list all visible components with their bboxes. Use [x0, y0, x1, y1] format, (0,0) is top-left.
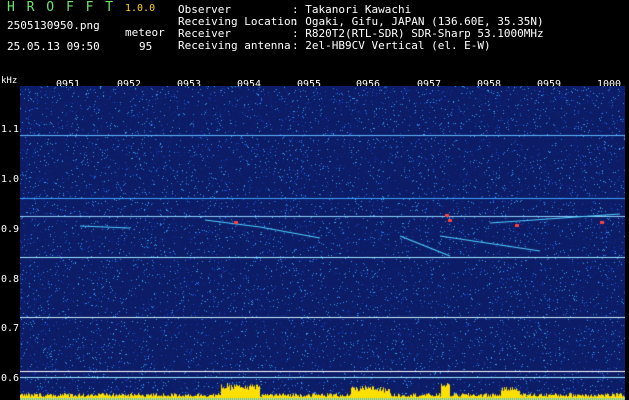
y-tick-label: 1.1: [1, 124, 20, 135]
y-tick-label: 0.8: [1, 274, 20, 285]
spectrogram-canvas: [20, 86, 625, 400]
app-version: 1.0.0: [125, 3, 156, 14]
y-tick-label: 0.6: [1, 373, 20, 384]
y-axis-unit: kHz: [1, 76, 18, 86]
antenna-label: Receiving antenna: [178, 39, 291, 52]
meteor-count: 95: [139, 40, 153, 53]
spectrogram-plot: [20, 86, 625, 400]
file-name: 2505130950.png: [7, 19, 100, 32]
y-tick-label: 1.0: [1, 174, 20, 185]
antenna-value: : 2el-HB9CV Vertical (el. E-W): [292, 39, 491, 52]
y-tick-label: 0.7: [1, 323, 20, 334]
y-tick-label: 0.9: [1, 224, 20, 235]
observation-datetime: 25.05.13 09:50: [7, 40, 100, 53]
observation-type: meteor: [125, 26, 165, 39]
app-title: H R O F F T: [7, 0, 116, 15]
header-panel: H R O F F T 1.0.0 2505130950.png meteor …: [0, 0, 629, 74]
